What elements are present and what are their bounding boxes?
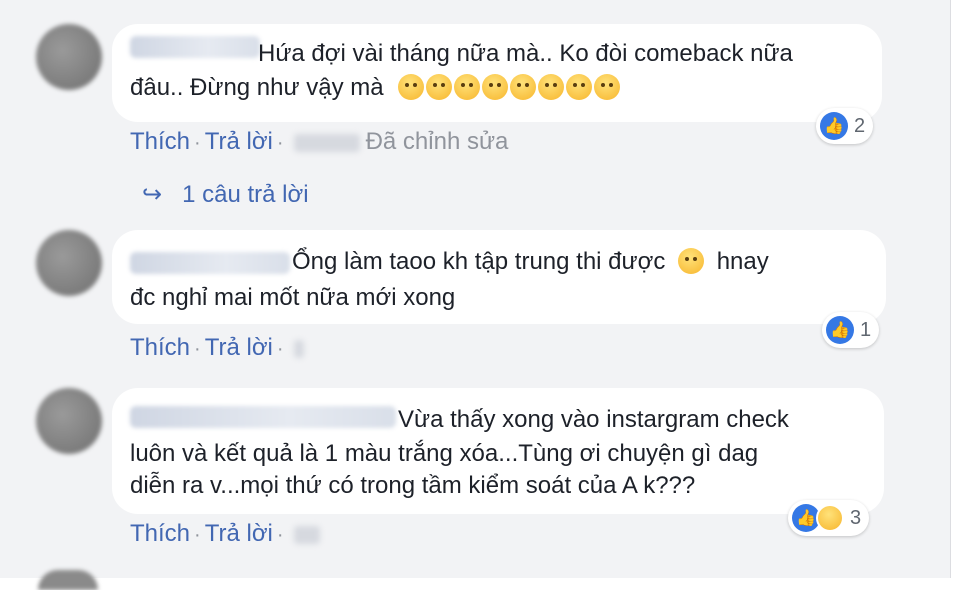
comment-text: Ổng làm taoo kh tập trung thi được: [292, 248, 666, 275]
comment-actions: Thích · Trả lời ·: [130, 334, 310, 362]
reaction-count: 2: [854, 114, 866, 137]
comment-text: diễn ra v...mọi thứ có trong tầm kiểm so…: [130, 472, 696, 499]
sad-face-emoji-icon: [426, 74, 453, 100]
comments-panel: Hứa đợi vài tháng nữa mà.. Ko đòi comeba…: [0, 0, 951, 590]
comment-text: đc nghỉ mai mốt nữa mới xong: [130, 284, 456, 311]
avatar[interactable]: [38, 570, 98, 590]
like-icon: 👍: [826, 316, 854, 344]
avatar[interactable]: [36, 388, 102, 454]
comment-bubble: Ổng làm taoo kh tập trung thi được hnay …: [112, 230, 886, 324]
crying-face-emoji-icon: [510, 74, 537, 100]
commenter-name[interactable]: [130, 36, 260, 58]
view-replies-link[interactable]: ↪ 1 câu trả lời: [142, 180, 309, 209]
confounded-face-emoji-icon: [678, 248, 705, 274]
comment-text: hnay: [716, 248, 769, 275]
reaction-summary[interactable]: 👍 1: [822, 312, 880, 348]
reply-arrow-icon: ↪: [142, 181, 163, 208]
crying-face-emoji-icon: [594, 74, 621, 100]
sad-face-emoji-icon: [454, 74, 481, 100]
edited-label[interactable]: Đã chỉnh sửa: [366, 128, 509, 155]
commenter-name[interactable]: [130, 406, 396, 428]
crying-face-emoji-icon: [538, 74, 565, 100]
comment-bubble: Vừa thấy xong vào instargram check luôn …: [112, 388, 884, 514]
comment-bubble: Hứa đợi vài tháng nữa mà.. Ko đòi comeba…: [112, 24, 882, 122]
sad-face-emoji-icon: [398, 74, 425, 100]
timestamp[interactable]: [293, 525, 320, 544]
like-icon: 👍: [820, 112, 848, 140]
replies-count-label: 1 câu trả lời: [182, 180, 309, 208]
reaction-summary[interactable]: 👍 2: [816, 108, 874, 144]
reaction-count: 3: [850, 506, 862, 529]
avatar[interactable]: [36, 230, 102, 296]
comment-text: Vừa thấy xong vào instargram check: [398, 406, 789, 433]
timestamp[interactable]: [293, 133, 360, 152]
reply-link[interactable]: Trả lời: [205, 520, 273, 547]
commenter-name[interactable]: [130, 252, 290, 274]
reply-link[interactable]: Trả lời: [205, 128, 273, 155]
crying-face-emoji-icon: [566, 74, 593, 100]
comment-text: luôn và kết quả là 1 màu trắng xóa...Tùn…: [130, 440, 759, 467]
reaction-summary[interactable]: 👍 3: [788, 500, 870, 536]
comment-actions: Thích · Trả lời ·: [130, 520, 326, 548]
comment-text: Hứa đợi vài tháng nữa mà.. Ko đòi comeba…: [258, 40, 793, 67]
avatar[interactable]: [36, 24, 102, 90]
comment-actions: Thích · Trả lời · Đã chỉnh sửa: [130, 128, 509, 155]
like-link[interactable]: Thích: [130, 520, 190, 547]
reply-link[interactable]: Trả lời: [205, 334, 273, 361]
like-link[interactable]: Thích: [130, 334, 190, 361]
reaction-count: 1: [860, 318, 872, 341]
sad-face-emoji-icon: [482, 74, 509, 100]
sad-icon: [816, 504, 844, 532]
comment-text: đâu.. Đừng như vậy mà: [130, 74, 384, 101]
like-link[interactable]: Thích: [130, 128, 190, 155]
timestamp[interactable]: [293, 339, 304, 358]
